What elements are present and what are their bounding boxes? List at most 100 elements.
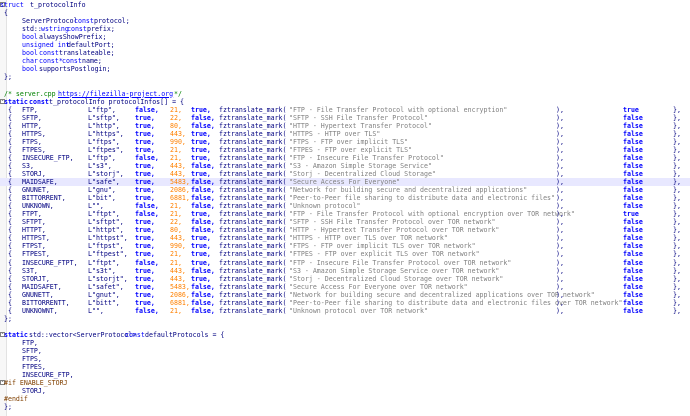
open-brace: { — [8, 218, 12, 227]
close-paren: ), — [556, 234, 564, 243]
protocol-description: "FTPS - FTP over implicit TLS over TOR n… — [289, 242, 476, 251]
open-brace: { — [8, 298, 12, 307]
translate-mark-call: fztranslate_mark( — [219, 234, 287, 243]
protocol-description: "Secure Access For Everyone" — [289, 178, 401, 187]
always-show-prefix-value: true, — [135, 266, 155, 275]
protocol-row: {S3, L"s3", true, 443, false, fztranslate_mar… — [0, 162, 690, 170]
protocol-prefix: L"httpst", — [88, 234, 128, 243]
translateable-value: false, — [191, 226, 215, 235]
default-port-value: 443, — [170, 234, 186, 243]
translate-mark-call: fztranslate_mark( — [219, 242, 287, 251]
always-show-prefix-value: true, — [135, 242, 155, 251]
close-paren: ), — [556, 298, 564, 307]
code-line: #if ENABLE_STORJ — [0, 379, 690, 387]
close-paren: ), — [556, 266, 564, 275]
array-close: }; — [4, 314, 12, 323]
code-token: FTP, — [22, 338, 38, 347]
protocol-row: {BITTORRENTT, L"bitt", true, 6881, false, fzt… — [0, 299, 690, 307]
protocol-prefix: L"gnut", — [88, 290, 120, 299]
protocol-row: {INSECURE_FTPT, L"ftpt", false, 21, true, fzt… — [0, 259, 690, 267]
protocol-prefix: L"ftp", — [88, 153, 116, 162]
close-brace: }, — [673, 137, 681, 146]
supports-postlogin-value: true — [623, 210, 639, 219]
code-token: std:: — [22, 25, 42, 34]
protocol-description: "FTP - Insecure File Transfer Protocol" — [289, 153, 444, 162]
always-show-prefix-value: true, — [135, 145, 155, 154]
code-token: static — [4, 97, 28, 106]
translate-mark-call: fztranslate_mark( — [219, 258, 287, 267]
protocol-name: FTPST, — [22, 242, 46, 251]
protocol-description: "SFTP - SSH File Transfer Protocol" — [289, 113, 428, 122]
close-brace: }, — [673, 210, 681, 219]
protocol-row: {GNUNETT, L"gnut", true, 2086, false, fztrans… — [0, 291, 690, 299]
code-line: struct t_protocolInfo — [0, 1, 690, 9]
close-brace: }, — [673, 178, 681, 187]
translate-mark-call: fztranslate_mark( — [219, 145, 287, 154]
default-port-value: 2086, — [170, 290, 190, 299]
protocol-description: "FTP - File Transfer Protocol with optio… — [289, 105, 508, 114]
default-port-value: 22, — [170, 218, 182, 227]
protocol-description: "SFTP - SSH File Transfer Protocol over … — [289, 218, 496, 227]
code-token: */ — [170, 89, 182, 98]
code-line: ServerProtocol const protocol; — [0, 17, 690, 25]
close-paren: ), — [556, 129, 564, 138]
protocol-prefix: L"safe", — [88, 178, 120, 187]
close-brace: }, — [673, 169, 681, 178]
protocol-name: FTPEST, — [22, 250, 50, 259]
close-brace: }, — [673, 298, 681, 307]
always-show-prefix-value: true, — [135, 169, 155, 178]
close-paren: ), — [556, 161, 564, 170]
close-brace: }, — [673, 258, 681, 267]
always-show-prefix-value: false, — [135, 210, 159, 219]
protocol-name: MAIDSAFET, — [22, 282, 62, 291]
code-token: const — [67, 25, 87, 34]
close-paren: ), — [556, 113, 564, 122]
open-brace: { — [8, 258, 12, 267]
default-port-value: 2086, — [170, 186, 190, 195]
code-line: #endif — [0, 395, 690, 403]
protocol-row: {MAIDSAFET, L"safet", true, 5483, false, fztr… — [0, 283, 690, 291]
code-editor[interactable]: structt_protocolInfo{ServerProtocolconst… — [0, 0, 690, 416]
close-paren: ), — [556, 202, 564, 211]
default-port-value: 443, — [170, 274, 186, 283]
code-line: FTP, — [0, 339, 690, 347]
supports-postlogin-value: false — [623, 129, 643, 138]
translate-mark-call: fztranslate_mark( — [219, 137, 287, 146]
default-port-value: 990, — [170, 242, 186, 251]
translate-mark-call: fztranslate_mark( — [219, 178, 287, 187]
protocol-prefix: L"gnu", — [88, 186, 116, 195]
code-line: SFTP, — [0, 347, 690, 355]
supports-postlogin-value: false — [623, 145, 643, 154]
protocol-row: {STORJT, L"storjt", true, 443, true, fztransl… — [0, 275, 690, 283]
open-brace: { — [8, 169, 12, 178]
open-brace: { — [8, 194, 12, 203]
translate-mark-call: fztranslate_mark( — [219, 129, 287, 138]
supports-postlogin-value: false — [623, 258, 643, 267]
translateable-value: false, — [191, 218, 215, 227]
close-brace: }, — [673, 186, 681, 195]
close-paren: ), — [556, 250, 564, 259]
open-brace: { — [8, 266, 12, 275]
protocol-prefix: L"storjt", — [88, 274, 128, 283]
close-brace: }, — [673, 266, 681, 275]
default-port-value: 6881, — [170, 298, 190, 307]
protocol-description: "Network for building secure and decentr… — [289, 186, 528, 195]
protocol-row: {SFTPT, L"sftpt", true, 22, false, fztranslat… — [0, 218, 690, 226]
code-token: static — [4, 330, 28, 339]
open-brace: { — [8, 274, 12, 283]
code-token: const* — [39, 57, 63, 66]
open-brace: { — [8, 161, 12, 170]
default-port-value: 21, — [170, 250, 182, 259]
always-show-prefix-value: true, — [135, 218, 155, 227]
code-token: name; — [82, 57, 102, 66]
close-brace: }, — [673, 306, 681, 315]
protocol-description: "FTP - File Transfer Protocol with optio… — [289, 210, 575, 219]
code-line: STORJ, — [0, 387, 690, 395]
code-token: { — [4, 9, 8, 18]
close-paren: ), — [556, 105, 564, 114]
translate-mark-call: fztranslate_mark( — [219, 210, 287, 219]
code-token: prefix; — [87, 25, 115, 34]
protocol-row: {INSECURE_FTP, L"ftp", false, 21, true, fztra… — [0, 154, 690, 162]
translate-mark-call: fztranslate_mark( — [219, 298, 287, 307]
code-line: staticconstt_protocolInfo protocolInfos[… — [0, 98, 690, 106]
